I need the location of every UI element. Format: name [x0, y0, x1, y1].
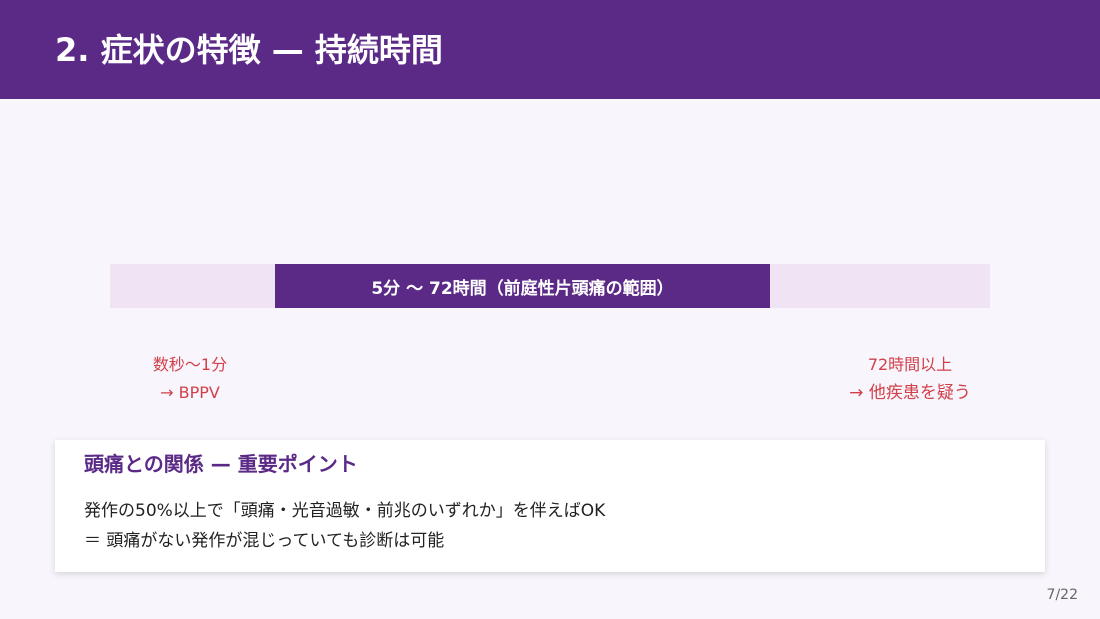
page-number: 7/22 [1046, 587, 1078, 603]
card-body: 発作の50%以上で「頭痛・光音過敏・前兆のいずれか」を伴えばOK ＝ 頭痛がない… [84, 496, 605, 556]
slide-title: 2. 症状の特徴 — 持続時間 [55, 31, 443, 69]
right-note-line1: 72時間以上 [867, 355, 953, 374]
card-line: ＝ 頭痛がない発作が混じっていても診断は可能 [84, 531, 445, 551]
timeline-right-note: 72時間以上 → 他疾患を疑う [830, 351, 990, 407]
key-point-card: 頭痛との関係 — 重要ポイント 発作の50%以上で「頭痛・光音過敏・前兆のいずれ… [55, 440, 1045, 572]
right-note-line2: → 他疾患を疑う [849, 383, 971, 403]
left-note-line1: 数秒〜1分 [152, 355, 228, 374]
left-note-line2: → BPPV [160, 383, 220, 402]
slide: 2. 症状の特徴 — 持続時間 5分 〜 72時間（前庭性片頭痛の範囲） 数秒〜… [0, 0, 1100, 619]
timeline-range: 5分 〜 72時間（前庭性片頭痛の範囲） [275, 264, 770, 308]
card-heading: 頭痛との関係 — 重要ポイント [84, 452, 358, 476]
timeline-left-note: 数秒〜1分 → BPPV [110, 351, 270, 407]
timeline-range-label: 5分 〜 72時間（前庭性片頭痛の範囲） [371, 278, 674, 299]
card-line: 発作の50%以上で「頭痛・光音過敏・前兆のいずれか」を伴えばOK [84, 501, 606, 521]
header-bar: 2. 症状の特徴 — 持続時間 [0, 0, 1100, 99]
